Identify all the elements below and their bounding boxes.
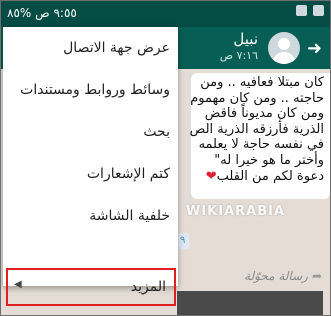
forward-icon: ➦ (311, 269, 322, 283)
screenshot-frame: ٩:٥٥ ص %٨٥ ➜ نبيل ٧:١٦ ص كان مبتلا فعافي… (0, 0, 331, 316)
menu-item-view-contact[interactable]: عرض جهة الاتصال (3, 27, 178, 69)
avatar-head (278, 38, 290, 50)
status-bar: ٩:٥٥ ص %٨٥ (1, 1, 330, 27)
watermark: WIKIARABIA (186, 204, 286, 219)
avatar[interactable] (268, 32, 300, 64)
menu-item-search[interactable]: بحث (3, 111, 178, 153)
menu-item-label: المزيد (130, 279, 166, 295)
media-thumbnail[interactable] (177, 291, 323, 315)
menu-item-more[interactable]: ◀ المزيد (6, 268, 176, 306)
menu-item-label: كتم الإشعارات (86, 166, 170, 182)
battery-level: %٨٥ (7, 6, 32, 20)
forwarded-indicator: ➦ رسالة محوّلة (244, 269, 322, 283)
message-body: كان مبتلا فعافيه .. ومن حاجته .. ومن كان… (189, 75, 324, 184)
notification-icon (296, 5, 307, 16)
menu-item-label: خلفية الشاشة (89, 208, 170, 224)
avatar-body (272, 52, 296, 64)
menu-item-label: عرض جهة الاتصال (63, 40, 170, 56)
forwarded-label: رسالة محوّلة (244, 269, 308, 283)
status-time: ٩:٥٥ ص (35, 6, 77, 20)
heart-emoji: ❤ (205, 168, 217, 184)
status-icons (296, 5, 324, 16)
message-bubble[interactable]: كان مبتلا فعافيه .. ومن حاجته .. ومن كان… (189, 73, 330, 199)
back-arrow-icon[interactable]: ➜ (307, 38, 322, 59)
status-left: ٩:٥٥ ص %٨٥ (7, 6, 77, 20)
menu-item-wallpaper[interactable]: خلفية الشاشة (3, 195, 178, 237)
image-icon (313, 5, 324, 16)
menu-item-mute-notifications[interactable]: كتم الإشعارات (3, 153, 178, 195)
overflow-menu: عرض جهة الاتصال وسائط وروابط ومستندات بح… (3, 27, 178, 306)
menu-item-label: وسائط وروابط ومستندات (20, 82, 170, 98)
submenu-arrow-icon: ◀ (14, 279, 22, 290)
menu-item-media-links-docs[interactable]: وسائط وروابط ومستندات (3, 69, 178, 111)
menu-item-label: بحث (143, 124, 170, 140)
contact-name[interactable]: نبيل (233, 30, 258, 48)
contact-status: ٧:١٦ ص (219, 49, 258, 62)
